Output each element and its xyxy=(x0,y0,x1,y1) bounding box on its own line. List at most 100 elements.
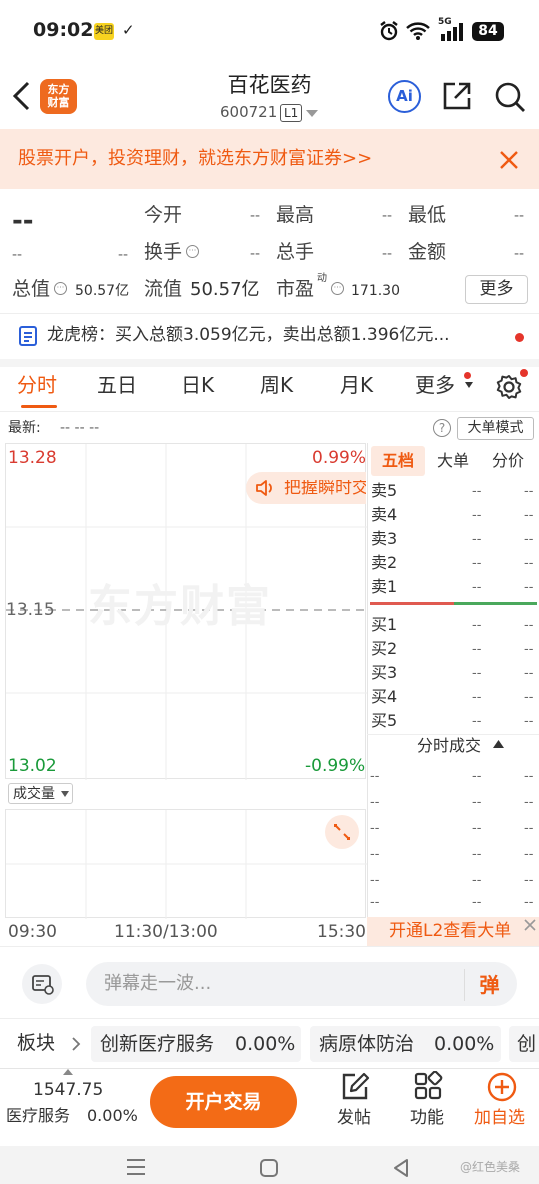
buy-level-row[interactable]: 买1 -- -- xyxy=(367,614,539,638)
share-icon[interactable] xyxy=(441,80,473,112)
level-label: 卖4 xyxy=(371,505,398,524)
tab-intraday[interactable]: 分时 xyxy=(17,375,57,395)
info-icon[interactable]: ··· xyxy=(54,282,67,295)
sell-level-row[interactable]: 卖2 -- -- xyxy=(367,552,539,576)
trade-time: -- xyxy=(370,895,380,910)
tab-weekly-k[interactable]: 周K xyxy=(260,375,293,395)
volume-selector-label: 成交量 xyxy=(13,786,55,802)
chevron-right-icon[interactable] xyxy=(71,1036,81,1052)
sector-index-name[interactable]: 医疗服务 xyxy=(6,1108,70,1124)
weibo-watermark: @红色美桑 xyxy=(460,1160,521,1174)
volume-grid xyxy=(6,810,367,919)
sell-level-row[interactable]: 卖4 -- -- xyxy=(367,504,539,528)
sell-level-row[interactable]: 卖3 -- -- xyxy=(367,528,539,552)
unread-dot xyxy=(520,369,528,377)
tab-big-orders[interactable]: 大单 xyxy=(437,453,469,469)
functions-grid-icon[interactable] xyxy=(413,1071,443,1101)
sector-index-pct[interactable]: 0.00% xyxy=(87,1108,138,1124)
expand-icon xyxy=(334,824,350,840)
close-l2-icon[interactable] xyxy=(523,918,537,932)
dragon-tiger-text[interactable]: 龙虎榜：买入总额3.059亿元，卖出总额1.396亿元... xyxy=(47,327,450,344)
pe-value: 171.30 xyxy=(351,283,400,299)
tab-monthly-k[interactable]: 月K xyxy=(340,375,373,395)
expand-chart-button[interactable] xyxy=(325,815,359,849)
more-tabs-dropdown-icon[interactable] xyxy=(465,382,473,388)
signal-icon xyxy=(440,22,466,42)
low-value: -- xyxy=(514,208,525,224)
level-label: 买3 xyxy=(371,663,398,682)
trade-volume: -- xyxy=(524,769,534,784)
battery-indicator: 84 xyxy=(472,22,504,41)
level-volume: -- xyxy=(524,556,534,571)
danmaku-input[interactable]: 弹幕走一波... xyxy=(86,962,517,1006)
latest-value: -- -- -- xyxy=(60,420,100,436)
volume-chart[interactable] xyxy=(5,809,367,919)
caret-up-icon[interactable] xyxy=(63,1069,73,1075)
sector-chip[interactable]: 病原体防治 0.00% xyxy=(310,1026,501,1062)
tab-more[interactable]: 更多 xyxy=(415,375,455,395)
help-icon[interactable]: ? xyxy=(433,419,451,437)
sector-chip[interactable]: 创新医疗服务 0.00% xyxy=(91,1026,301,1062)
trade-volume: -- xyxy=(524,795,534,810)
big-order-mode-button[interactable]: 大单模式 xyxy=(457,417,534,440)
ai-assistant-button[interactable]: Ai xyxy=(388,80,421,113)
volume-value: -- xyxy=(382,246,393,262)
sell-level-row[interactable]: 卖5 -- -- xyxy=(367,480,539,504)
sector-index-value[interactable]: 1547.75 xyxy=(33,1082,103,1099)
chart-settings-gear-icon[interactable] xyxy=(495,373,523,401)
insight-tip-text[interactable]: 把握瞬时交 xyxy=(284,480,366,497)
latest-label: 最新: xyxy=(8,420,41,436)
danmaku-toggle-button[interactable] xyxy=(22,964,62,1004)
level-label: 卖2 xyxy=(371,553,398,572)
l2-upgrade-text[interactable]: 开通L2查看大单 xyxy=(389,923,511,940)
volume-label: 总手 xyxy=(276,241,315,263)
volume-indicator-selector[interactable]: 成交量 xyxy=(8,783,73,804)
more-info-button[interactable]: 更多 xyxy=(465,275,528,304)
trade-price: -- xyxy=(472,895,482,910)
tab-price-distribution[interactable]: 分价 xyxy=(492,453,524,469)
sell-level-row[interactable]: 卖1 -- -- xyxy=(367,576,539,600)
trade-row: -- -- -- xyxy=(367,844,539,870)
alarm-icon xyxy=(378,20,400,42)
functions-label[interactable]: 功能 xyxy=(410,1110,444,1127)
caret-up-icon[interactable] xyxy=(493,740,504,748)
level-badge[interactable]: L1 xyxy=(280,104,303,122)
sector-chip[interactable]: 创 xyxy=(509,1026,539,1062)
turnover-label: 换手 xyxy=(144,241,183,263)
tab-five-levels[interactable]: 五档 xyxy=(371,446,425,476)
buy-level-row[interactable]: 买5 -- -- xyxy=(367,710,539,734)
high-label: 最高 xyxy=(276,204,315,226)
buy-level-row[interactable]: 买2 -- -- xyxy=(367,638,539,662)
search-icon[interactable] xyxy=(493,80,527,114)
status-time: 09:02 xyxy=(33,19,94,41)
trade-volume: -- xyxy=(524,873,534,888)
post-label[interactable]: 发帖 xyxy=(337,1110,371,1127)
time-trades-title[interactable]: 分时成交 xyxy=(417,738,481,754)
info-icon[interactable]: ··· xyxy=(186,245,199,258)
open-account-trade-button[interactable]: 开户交易 xyxy=(150,1076,297,1128)
close-banner-icon[interactable] xyxy=(499,150,519,170)
home-button[interactable] xyxy=(259,1158,279,1178)
back-nav-button[interactable] xyxy=(392,1158,410,1178)
tab-daily-k[interactable]: 日K xyxy=(181,375,214,395)
danmaku-send-button[interactable]: 弹 xyxy=(464,969,514,1001)
level-label: 买2 xyxy=(371,639,398,658)
trade-time: -- xyxy=(370,873,380,888)
add-watchlist-label[interactable]: 加自选 xyxy=(474,1110,525,1127)
promo-banner-text[interactable]: 股票开户，投资理财，就选东方财富证券>> xyxy=(18,150,372,168)
wifi-icon xyxy=(405,21,431,41)
level-volume: -- xyxy=(524,690,534,705)
post-icon[interactable] xyxy=(339,1071,371,1103)
time-axis-start: 09:30 xyxy=(8,922,57,942)
tab-five-day[interactable]: 五日 xyxy=(97,375,137,395)
code-dropdown-icon[interactable] xyxy=(306,110,318,118)
price-change-pct: -- xyxy=(118,247,129,263)
info-icon[interactable]: ··· xyxy=(331,282,344,295)
trade-price: -- xyxy=(472,847,482,862)
buy-level-row[interactable]: 买3 -- -- xyxy=(367,662,539,686)
danmaku-placeholder: 弹幕走一波... xyxy=(104,973,212,994)
add-watchlist-icon[interactable] xyxy=(486,1071,518,1103)
turnover-value: -- xyxy=(250,246,261,262)
buy-level-row[interactable]: 买4 -- -- xyxy=(367,686,539,710)
recent-apps-button[interactable] xyxy=(126,1158,146,1176)
